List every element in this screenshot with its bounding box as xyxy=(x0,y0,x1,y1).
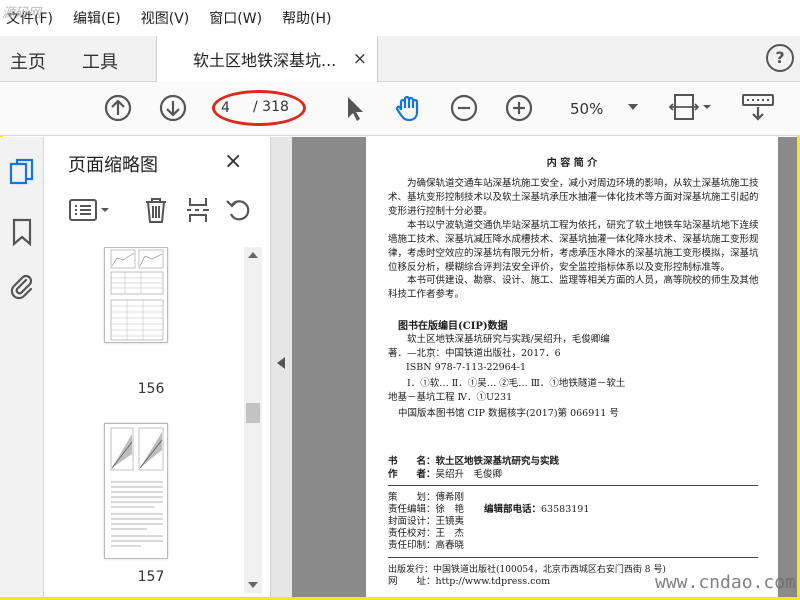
book-title-label: 书 名： xyxy=(388,456,436,467)
close-tab-icon[interactable]: × xyxy=(353,49,367,69)
panel-title: 页面缩略图 xyxy=(68,155,158,176)
help-icon[interactable]: ? xyxy=(766,44,794,72)
close-panel-icon[interactable]: × xyxy=(224,149,242,174)
zoom-in-icon[interactable] xyxy=(503,92,535,124)
cip-classification: Ⅰ．①软… Ⅱ．①吴… ②毛… Ⅲ．①地铁隧道－软土地基－基坑工程 Ⅳ．①U23… xyxy=(388,378,626,403)
zoom-out-icon[interactable] xyxy=(448,92,480,124)
thumbnail-page-156[interactable] xyxy=(104,247,168,343)
attachment-icon[interactable] xyxy=(8,272,36,302)
author-line: 作 者：吴绍升 毛俊卿 xyxy=(388,468,502,482)
tab-home[interactable]: 主页 xyxy=(10,48,46,74)
zoom-level[interactable]: 50% xyxy=(570,100,603,118)
editor-phone-label: 编辑部电话： xyxy=(484,504,542,515)
thumbnail-panel: 页面缩略图 × 156 157 xyxy=(44,137,270,597)
menu-bar: 文件(F) 编辑(E) 视图(V) 窗口(W) 帮助(H) xyxy=(0,0,800,36)
thumbnail-page-157[interactable] xyxy=(104,423,168,559)
collapse-arrow-icon[interactable] xyxy=(277,357,285,369)
author-names: 吴绍升 毛俊卿 xyxy=(435,469,503,480)
author-label: 作 者： xyxy=(388,469,436,480)
thumbnail-scrollbar[interactable] xyxy=(244,247,262,593)
scrollbar-thumb[interactable] xyxy=(246,403,260,423)
tab-bar: 主页 工具 软土区地铁深基坑... × ? xyxy=(0,36,800,82)
thumbnail-options-icon[interactable] xyxy=(68,195,114,225)
thumbnail-preview-156 xyxy=(110,249,164,341)
scroll-down-arrow-icon[interactable] xyxy=(247,581,259,589)
thumbnail-preview-157 xyxy=(110,427,164,547)
page-thumbnails-icon[interactable] xyxy=(8,157,36,187)
previous-page-icon[interactable] xyxy=(102,92,134,124)
document-viewer: 内 容 简 介 为确保轨道交通车站深基坑施工安全，减小对周边环境的影响，从软土深… xyxy=(292,137,797,597)
summary-paragraph-2: 本书以宁波轨道交通仇毕站深基坑工程为依托，研究了软土地铁车站深基坑地下连续墙施工… xyxy=(388,220,759,273)
menu-help[interactable]: 帮助(H) xyxy=(282,8,331,28)
navigation-rail xyxy=(0,137,44,597)
document-tab-title: 软土区地铁深基坑... xyxy=(193,51,337,70)
divider-1 xyxy=(388,485,758,486)
website-line: 网 址：http://www.tdpress.com xyxy=(388,576,551,587)
cip-isbn: ISBN 978-7-113-22964-1 xyxy=(406,362,526,373)
toolbar xyxy=(0,82,800,136)
thumbnail-list: 156 157 xyxy=(44,247,270,597)
cip-line-1: 软土区地铁深基坑研究与实践/吴绍升，毛俊卿编著．—北京：中国铁道出版社，2017… xyxy=(388,334,610,359)
collapse-panel-handle[interactable] xyxy=(270,137,292,597)
select-cursor-icon[interactable] xyxy=(338,92,370,124)
editor-phone-line: 编辑部电话：63583191 xyxy=(484,503,589,517)
fit-page-icon[interactable] xyxy=(668,92,712,124)
tab-document[interactable]: 软土区地铁深基坑... × xyxy=(156,36,378,82)
printing-line: 责任印制：高春晓 xyxy=(388,540,465,551)
thumbnail-label-157: 157 xyxy=(137,569,165,585)
bookmark-icon[interactable] xyxy=(10,217,34,247)
thumbnail-label-156: 156 xyxy=(137,381,165,397)
editor-phone: 63583191 xyxy=(541,504,590,515)
menu-view[interactable]: 视图(V) xyxy=(141,8,190,28)
site-logo-watermark: 源码网 xyxy=(2,6,42,21)
scroll-up-arrow-icon[interactable] xyxy=(247,251,259,259)
red-annotation-oval xyxy=(212,90,306,126)
cip-record-number: 中国版本图书馆 CIP 数据核字(2017)第 066911 号 xyxy=(398,408,619,419)
next-page-icon[interactable] xyxy=(157,92,189,124)
summary-paragraph-3: 本书可供建设、勘察、设计、施工、监理等相关方面的人员，高等院校的师生及其他科技工… xyxy=(388,275,759,300)
page-heading: 内 容 简 介 xyxy=(546,158,598,169)
menu-edit[interactable]: 编辑(E) xyxy=(73,8,121,28)
site-watermark: www.cndao.com xyxy=(655,572,796,593)
book-title-line: 书 名：软土区地铁深基坑研究与实践 xyxy=(388,455,559,469)
menu-window[interactable]: 窗口(W) xyxy=(209,8,262,28)
book-title: 软土区地铁深基坑研究与实践 xyxy=(435,456,560,467)
document-page: 内 容 简 介 为确保轨道交通车站深基坑施工安全，减小对周边环境的影响，从软土深… xyxy=(366,137,778,597)
insert-page-icon[interactable] xyxy=(184,195,212,225)
hand-tool-icon[interactable] xyxy=(392,92,424,124)
summary-paragraph-1: 为确保轨道交通车站深基坑施工安全，减小对周边环境的影响，从软土深基坑施工技术、基… xyxy=(388,178,759,217)
rotate-page-icon[interactable] xyxy=(224,195,254,225)
cip-heading: 图书在版编目(CIP)数据 xyxy=(398,321,508,332)
zoom-dropdown-chevron-icon[interactable] xyxy=(628,104,638,110)
keyboard-read-mode-icon[interactable] xyxy=(740,92,776,124)
divider-2 xyxy=(388,557,758,558)
delete-page-icon[interactable] xyxy=(142,195,170,225)
tab-tools[interactable]: 工具 xyxy=(82,48,118,74)
